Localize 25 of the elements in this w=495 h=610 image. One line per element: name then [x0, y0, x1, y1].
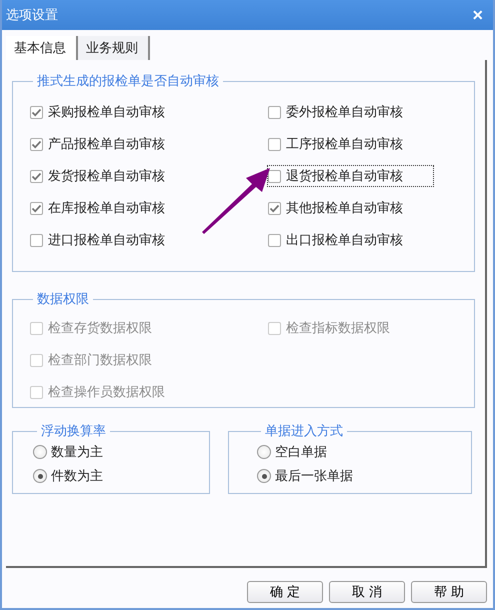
close-button[interactable]: × [468, 6, 487, 24]
checkbox-option[interactable]: 退货报检单自动审核 [267, 165, 434, 187]
group-title: 推式生成的报检单是否自动审核 [36, 73, 220, 90]
radio-option[interactable]: 数量为主 [33, 440, 209, 464]
group-title: 浮动换算率 [40, 423, 107, 440]
radio-option[interactable]: 最后一张单据 [257, 464, 471, 488]
group-title: 单据进入方式 [264, 423, 344, 440]
radio-option[interactable]: 空白单据 [257, 440, 471, 464]
checkbox-option[interactable]: 发货报检单自动审核 [29, 165, 166, 187]
window-title: 选项设置 [6, 7, 58, 24]
checkbox-option[interactable]: 进口报检单自动审核 [29, 229, 166, 251]
checkbox-option[interactable]: 采购报检单自动审核 [29, 101, 166, 123]
dialog-button[interactable]: 取 消 [329, 581, 405, 603]
checkbox-option[interactable]: 出口报检单自动审核 [267, 229, 404, 251]
checkbox-option[interactable]: 其他报检单自动审核 [267, 197, 404, 219]
checkbox-option[interactable]: 在库报检单自动审核 [29, 197, 166, 219]
dialog-button[interactable]: 确 定 [247, 581, 323, 603]
checkbox-option[interactable]: 委外报检单自动审核 [267, 101, 404, 123]
radio-option[interactable]: 件数为主 [33, 464, 209, 488]
checkbox-option[interactable]: 产品报检单自动审核 [29, 133, 166, 155]
group-title: 数据权限 [36, 291, 90, 308]
checkbox-option[interactable]: 工序报检单自动审核 [267, 133, 404, 155]
tab[interactable]: 基本信息 [6, 36, 78, 60]
tab[interactable]: 业务规则 [78, 36, 150, 60]
dialog-button[interactable]: 帮 助 [411, 581, 487, 603]
